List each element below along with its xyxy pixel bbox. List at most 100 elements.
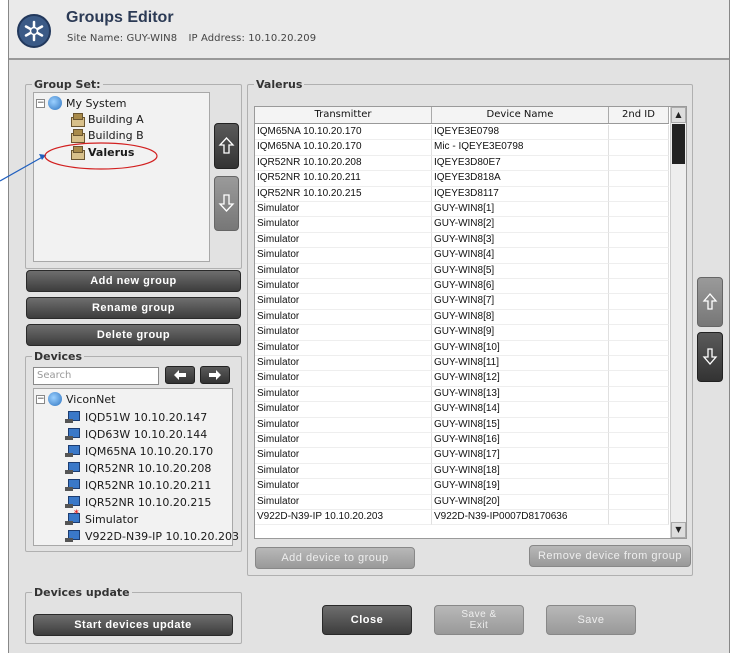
- tree-item-building-b[interactable]: Building B: [70, 127, 144, 143]
- cell-2nd-id: [609, 232, 669, 249]
- close-button[interactable]: Close: [322, 605, 412, 635]
- cell-transmitter: Simulator: [255, 232, 432, 249]
- tree-item-my-system[interactable]: − My System: [36, 95, 127, 111]
- search-next-button[interactable]: [200, 366, 230, 384]
- device-label: IQR52NR 10.10.20.215: [85, 495, 212, 509]
- collapse-icon[interactable]: −: [36, 394, 45, 404]
- cell-2nd-id: [609, 463, 669, 480]
- table-row[interactable]: Simulator GUY-WIN8[14]: [255, 402, 669, 418]
- table-row[interactable]: Simulator GUY-WIN8[10]: [255, 340, 669, 356]
- cell-transmitter: IQM65NA 10.10.20.170: [255, 140, 432, 156]
- cell-2nd-id: [609, 479, 669, 495]
- add-device-to-group-button[interactable]: Add device to group: [255, 547, 415, 569]
- camera-icon: [64, 495, 80, 509]
- move-group-up-button[interactable]: [214, 123, 239, 169]
- cell-2nd-id: [609, 386, 669, 403]
- table-row[interactable]: Simulator GUY-WIN8[3]: [255, 232, 669, 249]
- scroll-down-icon[interactable]: ▼: [671, 522, 686, 538]
- table-row[interactable]: Simulator GUY-WIN8[11]: [255, 356, 669, 372]
- device-label: V922D-N39-IP 10.10.20.203: [85, 529, 240, 543]
- device-item[interactable]: IQD63W 10.10.20.144: [64, 426, 207, 442]
- cell-2nd-id: [609, 263, 669, 279]
- column-transmitter[interactable]: Transmitter: [255, 107, 432, 123]
- table-row[interactable]: Simulator GUY-WIN8[15]: [255, 417, 669, 433]
- save-button[interactable]: Save: [546, 605, 636, 635]
- table-row[interactable]: Simulator GUY-WIN8[5]: [255, 263, 669, 279]
- cell-transmitter: Simulator: [255, 340, 432, 356]
- device-item[interactable]: IQR52NR 10.10.20.211: [64, 477, 211, 493]
- cell-device-name: GUY-WIN8[5]: [432, 263, 609, 279]
- column-2nd-id[interactable]: 2nd ID: [609, 107, 669, 123]
- table-row[interactable]: IQR52NR 10.10.20.208 IQEYE3D80E7: [255, 155, 669, 172]
- cell-2nd-id: [609, 325, 669, 341]
- cell-device-name: GUY-WIN8[10]: [432, 340, 609, 356]
- cell-device-name: GUY-WIN8[3]: [432, 232, 609, 249]
- remove-device-from-group-button[interactable]: Remove device from group: [529, 545, 691, 567]
- move-group-down-button[interactable]: [214, 176, 239, 231]
- table-scrollbar[interactable]: ▲ ▼: [670, 107, 686, 538]
- devices-update-legend: Devices update: [32, 586, 132, 599]
- search-prev-button[interactable]: [165, 366, 195, 384]
- cell-2nd-id: [609, 279, 669, 295]
- device-label: IQM65NA 10.10.20.170: [85, 444, 214, 458]
- table-row[interactable]: Simulator GUY-WIN8[6]: [255, 279, 669, 295]
- device-item[interactable]: IQR52NR 10.10.20.215: [64, 494, 211, 510]
- table-row[interactable]: Simulator GUY-WIN8[16]: [255, 433, 669, 449]
- camera-icon: [64, 410, 80, 424]
- delete-group-button[interactable]: Delete group: [26, 324, 241, 346]
- collapse-icon[interactable]: −: [36, 98, 45, 108]
- device-item[interactable]: IQD51W 10.10.20.147: [64, 409, 207, 425]
- add-new-group-button[interactable]: Add new group: [26, 270, 241, 292]
- vicon-logo-icon: [17, 14, 51, 48]
- tree-item-valerus[interactable]: Valerus: [70, 144, 134, 160]
- save-and-exit-button[interactable]: Save & Exit: [434, 605, 524, 635]
- table-row[interactable]: IQR52NR 10.10.20.211 IQEYE3D818A: [255, 171, 669, 187]
- cell-transmitter: Simulator: [255, 356, 432, 372]
- cell-transmitter: IQR52NR 10.10.20.211: [255, 171, 432, 187]
- device-label: Simulator: [85, 512, 139, 526]
- tree-item-building-a[interactable]: Building A: [70, 111, 144, 127]
- table-row[interactable]: Simulator GUY-WIN8[9]: [255, 325, 669, 341]
- table-row[interactable]: IQR52NR 10.10.20.215 IQEYE3D8117: [255, 186, 669, 202]
- device-item[interactable]: V922D-N39-IP 10.10.20.203: [64, 528, 239, 544]
- table-row[interactable]: Simulator GUY-WIN8[8]: [255, 309, 669, 326]
- column-device-name[interactable]: Device Name: [432, 107, 609, 123]
- cell-device-name: GUY-WIN8[13]: [432, 386, 609, 403]
- table-row[interactable]: Simulator GUY-WIN8[2]: [255, 217, 669, 233]
- device-search-input[interactable]: Search: [33, 367, 159, 385]
- scroll-up-icon[interactable]: ▲: [671, 107, 686, 123]
- scroll-thumb[interactable]: [672, 124, 685, 164]
- cell-2nd-id: [609, 402, 669, 418]
- move-device-up-button[interactable]: [697, 277, 723, 327]
- table-row[interactable]: Simulator GUY-WIN8[7]: [255, 294, 669, 310]
- table-row[interactable]: Simulator GUY-WIN8[12]: [255, 371, 669, 387]
- cell-transmitter: Simulator: [255, 294, 432, 310]
- table-row[interactable]: Simulator GUY-WIN8[1]: [255, 202, 669, 218]
- device-item[interactable]: * Simulator: [64, 509, 139, 527]
- table-row[interactable]: Simulator GUY-WIN8[17]: [255, 448, 669, 464]
- table-row[interactable]: Simulator GUY-WIN8[13]: [255, 386, 669, 403]
- tree-item-label: My System: [66, 96, 127, 110]
- rename-group-button[interactable]: Rename group: [26, 297, 241, 319]
- device-label: IQR52NR 10.10.20.208: [85, 461, 212, 475]
- device-item[interactable]: IQR52NR 10.10.20.208: [64, 460, 211, 476]
- table-row[interactable]: Simulator GUY-WIN8[19]: [255, 479, 669, 495]
- table-row[interactable]: IQM65NA 10.10.20.170 IQEYE3E0798: [255, 125, 669, 141]
- arrow-down-icon: [218, 194, 235, 212]
- tree-item-viconnet[interactable]: − ViconNet: [36, 391, 115, 407]
- table-row[interactable]: Simulator GUY-WIN8[4]: [255, 248, 669, 264]
- cell-transmitter: Simulator: [255, 217, 432, 233]
- building-icon: [70, 146, 85, 160]
- device-tree: − ViconNet IQD51W 10.10.20.147 IQD63W 10…: [33, 388, 239, 546]
- start-devices-update-button[interactable]: Start devices update: [33, 614, 233, 636]
- ip-address-label: IP Address: 10.10.20.209: [188, 33, 317, 44]
- cell-device-name: IQEYE3D80E7: [432, 155, 609, 172]
- table-row[interactable]: Simulator GUY-WIN8[20]: [255, 494, 669, 510]
- cell-device-name: GUY-WIN8[1]: [432, 202, 609, 218]
- move-device-down-button[interactable]: [697, 332, 723, 382]
- cell-2nd-id: [609, 371, 669, 387]
- table-row[interactable]: IQM65NA 10.10.20.170 Mic - IQEYE3E0798: [255, 140, 669, 156]
- table-row[interactable]: V922D-N39-IP 10.10.20.203 V922D-N39-IP000…: [255, 510, 669, 526]
- device-item[interactable]: IQM65NA 10.10.20.170: [64, 443, 213, 459]
- table-row[interactable]: Simulator GUY-WIN8[18]: [255, 463, 669, 480]
